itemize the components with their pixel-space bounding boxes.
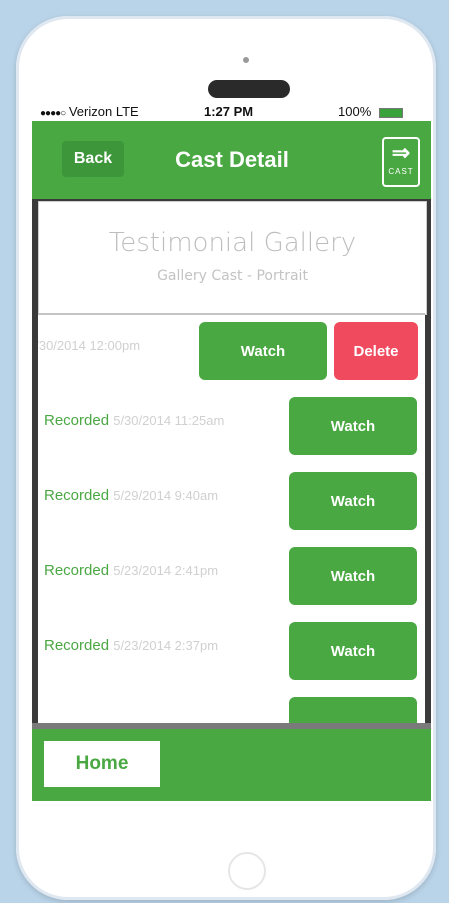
list-item[interactable]: 5/30/2014 12:00pm Watch Delete <box>38 315 425 385</box>
watch-button-partial[interactable] <box>289 697 417 725</box>
list-item[interactable]: Recorded 5/23/2014 2:37pm Watch <box>38 615 425 685</box>
cast-arrow-icon: ⇒ <box>391 140 411 165</box>
nav-bar: Back Cast Detail ⇒ CAST <box>32 121 431 199</box>
list-item-partial[interactable] <box>38 690 425 725</box>
gallery-header: Testimonial Gallery Gallery Cast - Portr… <box>38 201 427 315</box>
watch-button[interactable]: Watch <box>199 322 327 380</box>
watch-button[interactable]: Watch <box>289 397 417 455</box>
phone-screen: ●●●●○ Verizon LTE 1:27 PM 100% Back Cast… <box>32 101 431 801</box>
home-hardware-button[interactable] <box>228 852 266 890</box>
delete-button[interactable]: Delete <box>334 322 418 380</box>
footer-bar: Home <box>32 729 431 801</box>
gallery-title: Testimonial Gallery <box>108 228 357 258</box>
status-bar: ●●●●○ Verizon LTE 1:27 PM 100% <box>32 101 431 121</box>
back-button[interactable]: Back <box>62 141 124 177</box>
carrier-name: Verizon <box>68 104 113 119</box>
page-title: Cast Detail <box>175 147 289 172</box>
list-item[interactable]: Recorded 5/23/2014 2:41pm Watch <box>38 540 425 610</box>
cast-logo-text: CAST <box>388 167 414 176</box>
recordings-list[interactable]: 5/30/2014 12:00pm Watch Delete Recorded … <box>38 313 425 725</box>
speaker-grille <box>208 80 290 98</box>
list-item[interactable]: Recorded 5/29/2014 9:40am Watch <box>38 465 425 535</box>
battery-percent: 100% <box>338 104 372 119</box>
recorded-label: Recorded <box>44 487 110 504</box>
recording-date: 5/29/2014 9:40am <box>113 488 219 503</box>
watch-button[interactable]: Watch <box>289 547 417 605</box>
recording-date: 5/23/2014 2:37pm <box>113 638 219 653</box>
recorded-label: Recorded <box>44 562 110 579</box>
watch-button[interactable]: Watch <box>289 472 417 530</box>
list-item[interactable]: Recorded 5/30/2014 11:25am Watch <box>38 390 425 460</box>
carrier-info: ●●●●○ Verizon LTE <box>40 104 139 119</box>
watch-button[interactable]: Watch <box>289 622 417 680</box>
recorded-label: Recorded <box>44 412 110 429</box>
recorded-label: Recorded <box>44 637 110 654</box>
gallery-subtitle: Gallery Cast - Portrait <box>157 268 308 284</box>
recording-date: 5/23/2014 2:41pm <box>113 563 219 578</box>
status-time: 1:27 PM <box>204 104 254 119</box>
home-button[interactable]: Home <box>44 741 160 787</box>
battery-info: 100% <box>338 104 403 119</box>
camera-icon <box>243 57 249 63</box>
signal-icon: ●●●●○ <box>40 108 66 119</box>
cast-logo: ⇒ CAST <box>382 137 420 187</box>
network-type: LTE <box>115 104 139 119</box>
recording-date: 5/30/2014 11:25am <box>113 413 225 428</box>
recording-date: 5/30/2014 12:00pm <box>38 338 141 353</box>
battery-icon <box>378 107 403 118</box>
